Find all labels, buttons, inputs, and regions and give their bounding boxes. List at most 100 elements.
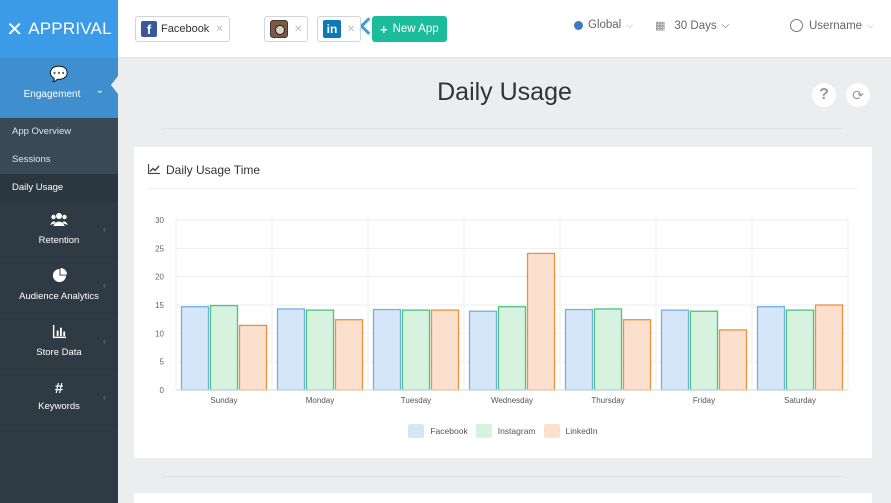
sidebar-item-keywords[interactable]: # Keywords ‹: [0, 370, 118, 426]
user-menu[interactable]: Username ⌵: [790, 19, 874, 32]
remove-linkedin-icon[interactable]: ✕: [347, 24, 355, 35]
apprival-logo-icon: ✕: [6, 18, 24, 41]
legend-item-linkedin[interactable]: LinkedIn: [543, 424, 598, 438]
bar-chart-icon: [0, 324, 118, 344]
y-tick-label: 25: [155, 244, 164, 253]
x-tick-label: Tuesday: [401, 396, 431, 405]
y-tick-label: 20: [155, 273, 164, 282]
remove-instagram-icon[interactable]: ✕: [294, 24, 302, 35]
chevron-left-icon: ‹: [103, 392, 106, 402]
calendar-icon: ▦: [655, 20, 666, 32]
bar-linkedin-thursday: [622, 319, 652, 391]
y-tick-label: 5: [160, 358, 165, 367]
active-indicator: [111, 76, 118, 94]
date-range-value: 30 Days: [674, 19, 717, 32]
bar-facebook-thursday: [564, 308, 594, 391]
page-title: Daily Usage: [437, 78, 572, 106]
bar-linkedin-monday: [334, 319, 364, 391]
engagement-submenu: App Overview Sessions Daily Usage: [0, 118, 118, 202]
help-icon[interactable]: ?: [812, 83, 836, 107]
x-tick-label: Sunday: [210, 396, 237, 405]
bar-instagram-sunday: [209, 304, 239, 391]
app-logo-text: APPRIVAL: [28, 19, 112, 38]
daily-usage-card: Daily Usage Time 0 5 10 15 20 25 30 Sunday Monda…: [134, 147, 872, 458]
linkedin-app-tag[interactable]: in ✕: [317, 16, 362, 42]
chart-legend: Facebook Instagram LinkedIn: [134, 424, 872, 438]
chevron-left-icon: ‹: [103, 280, 106, 290]
divider: [163, 128, 843, 129]
plus-icon: +: [380, 21, 388, 37]
sidebar-item-store-data[interactable]: Store Data ‹: [0, 314, 118, 370]
chevron-left-icon: ‹: [103, 224, 106, 234]
subnav-app-overview[interactable]: App Overview: [0, 118, 118, 146]
x-tick-label: Wednesday: [491, 396, 533, 405]
chevron-down-icon: ⌵: [626, 19, 634, 30]
bar-facebook-tuesday: [372, 308, 402, 391]
refresh-icon[interactable]: ⟳: [846, 83, 870, 107]
bar-instagram-thursday: [593, 308, 623, 391]
region-value: Global: [588, 19, 622, 31]
pie-chart-icon: [0, 268, 118, 288]
legend-label: LinkedIn: [565, 426, 598, 436]
subnav-sessions[interactable]: Sessions: [0, 146, 118, 174]
divider: [163, 476, 843, 477]
legend-swatch: [408, 424, 425, 438]
sidebar-item-audience-analytics[interactable]: Audience Analytics ‹: [0, 258, 118, 314]
sidebar-item-engagement[interactable]: 💬 Engagement ⌄: [0, 58, 118, 118]
sidebar: ✕ APPRIVAL 💬 Engagement ⌄ App Overview S…: [0, 0, 118, 503]
bar-linkedin-tuesday: [430, 309, 460, 391]
bar-facebook-saturday: [756, 306, 786, 391]
bar-instagram-saturday: [785, 309, 815, 391]
instagram-icon: [270, 20, 288, 38]
bar-linkedin-sunday: [238, 324, 268, 391]
bar-instagram-friday: [689, 310, 719, 391]
legend-item-instagram[interactable]: Instagram: [475, 424, 536, 438]
username: Username: [809, 19, 863, 32]
chevron-down-icon[interactable]: ⌄: [96, 85, 104, 96]
sidebar-item-label: Keywords: [38, 401, 80, 412]
y-tick-label: 15: [155, 301, 164, 310]
facebook-app-tag[interactable]: f Facebook ✕: [135, 16, 230, 42]
bar-facebook-wednesday: [468, 310, 498, 391]
chevron-left-icon: ‹: [103, 336, 106, 346]
top-bar: f Facebook ✕ ✕ ✕ in ✕ + New App Global ⌵…: [118, 0, 891, 58]
daily-usage-bar-chart: 0 5 10 15 20 25 30 Sunday Monday Tuesday Wednesday…: [155, 216, 849, 405]
bar-instagram-tuesday: [401, 309, 431, 391]
sidebar-item-label: Retention: [38, 235, 80, 246]
new-app-button[interactable]: + New App: [372, 16, 447, 42]
instagram-app-tag[interactable]: ✕: [264, 16, 309, 42]
date-range-dropdown[interactable]: ▦ 30 Days ⌵: [655, 19, 730, 33]
bar-instagram-wednesday: [497, 306, 527, 391]
bar-facebook-friday: [660, 309, 690, 391]
legend-label: Facebook: [430, 426, 468, 436]
facebook-icon: f: [141, 21, 157, 37]
sidebar-item-retention[interactable]: Retention ‹: [0, 202, 118, 258]
next-card: [134, 493, 872, 503]
chevron-down-icon: ⌵: [867, 20, 874, 30]
new-app-label: New App: [392, 23, 439, 35]
subnav-daily-usage[interactable]: Daily Usage: [0, 174, 118, 202]
globe-icon: [574, 20, 583, 30]
y-tick-label: 30: [155, 216, 164, 225]
users-icon: [0, 212, 118, 232]
legend-item-facebook[interactable]: Facebook: [408, 424, 468, 438]
sidebar-item-label: Audience Analytics: [19, 291, 99, 302]
bar-linkedin-friday: [718, 329, 748, 391]
hashtag-icon: #: [54, 380, 64, 397]
linkedin-icon: in: [323, 20, 341, 38]
legend-label: Instagram: [497, 426, 536, 436]
sidebar-item-label: Store Data: [36, 347, 82, 358]
chevron-down-icon: ⌵: [721, 20, 730, 31]
bar-linkedin-saturday: [814, 304, 844, 391]
bar-facebook-sunday: [180, 306, 210, 391]
user-icon: [790, 19, 803, 32]
x-tick-label: Thursday: [591, 396, 624, 405]
x-tick-label: Monday: [306, 396, 334, 405]
region-dropdown[interactable]: Global ⌵: [574, 19, 633, 31]
bar-facebook-monday: [276, 308, 306, 391]
app-logo[interactable]: ✕ APPRIVAL: [0, 0, 118, 58]
bar-linkedin-wednesday: [526, 252, 556, 391]
legend-swatch: [543, 424, 560, 438]
y-tick-label: 10: [155, 329, 164, 338]
remove-facebook-icon[interactable]: ✕: [215, 24, 223, 35]
